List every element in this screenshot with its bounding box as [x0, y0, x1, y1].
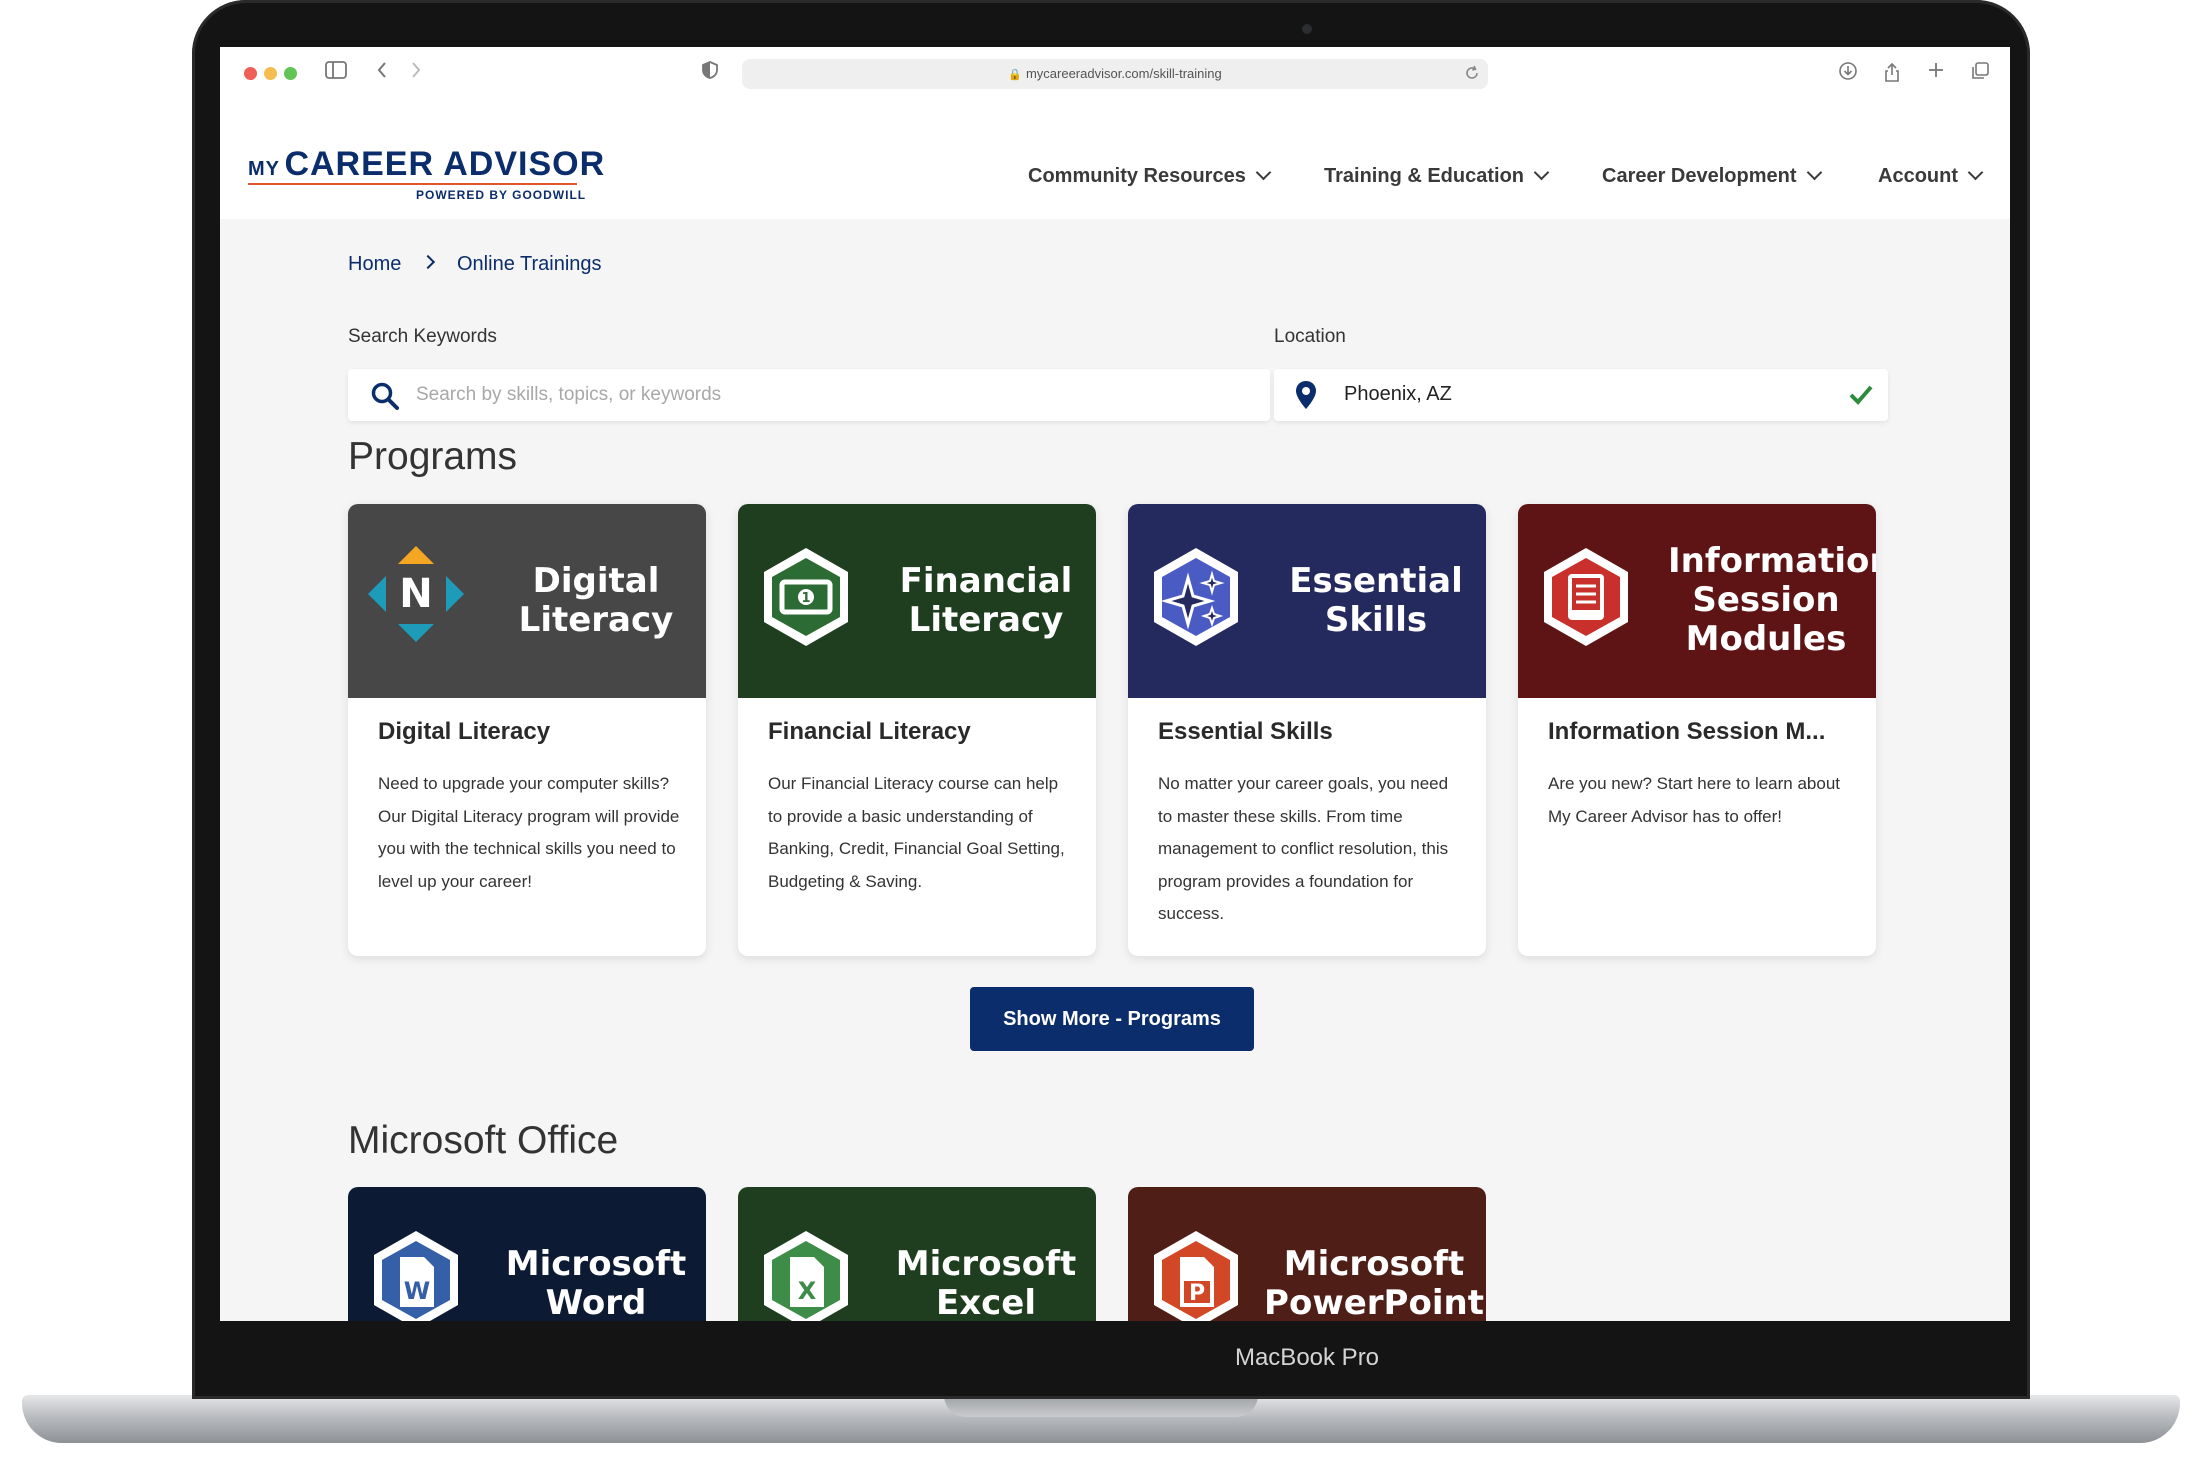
nav-label: Community Resources	[1028, 165, 1246, 187]
reload-icon[interactable]	[1464, 65, 1480, 86]
nav-label: Account	[1878, 165, 1958, 187]
nav-label: Career Development	[1602, 165, 1797, 187]
program-card-digital-literacy[interactable]: N Digital Literacy Digital Literacy Need…	[348, 504, 706, 956]
location-value: Phoenix, AZ	[1344, 383, 1452, 405]
money-icon: 1	[764, 548, 848, 646]
logo-my: MY	[248, 158, 280, 180]
download-icon[interactable]	[1836, 61, 1860, 85]
location-field[interactable]: Phoenix, AZ	[1274, 369, 1888, 421]
new-tab-icon[interactable]	[1924, 61, 1948, 85]
sidebar-icon[interactable]	[324, 61, 348, 85]
privacy-shield-icon[interactable]	[698, 61, 722, 85]
svg-text:X: X	[798, 1277, 817, 1305]
logo-tagline: POWERED BY GOODWILL	[416, 188, 587, 202]
back-icon[interactable]	[370, 61, 394, 85]
breadcrumb-online-trainings[interactable]: Online Trainings	[457, 253, 602, 276]
banner-title: Essential Skills	[1289, 561, 1463, 640]
program-card-essential-skills[interactable]: Essential Skills Essential Skills No mat…	[1128, 504, 1486, 956]
card-banner: 1 Financial Literacy	[738, 504, 1096, 698]
search-input[interactable]: Search by skills, topics, or keywords	[348, 369, 1270, 421]
card-title: Information Session M...	[1548, 718, 1826, 745]
close-window-button[interactable]	[244, 67, 257, 80]
chevron-down-icon	[1533, 164, 1550, 181]
location-label: Location	[1274, 326, 1346, 347]
svg-text:P: P	[1189, 1281, 1205, 1306]
banner-title: Microsoft Word	[505, 1244, 687, 1322]
sparkle-icon	[1154, 548, 1238, 646]
search-icon	[370, 381, 400, 416]
chevron-right-icon	[420, 254, 436, 270]
lock-icon: 🔒	[1008, 69, 1022, 81]
program-card-financial-literacy[interactable]: 1 Financial Literacy Financial Literacy …	[738, 504, 1096, 956]
search-placeholder: Search by skills, topics, or keywords	[416, 384, 722, 405]
breadcrumb-home[interactable]: Home	[348, 253, 401, 276]
office-card-powerpoint[interactable]: P Microsoft PowerPoint	[1128, 1187, 1486, 1321]
nav-label: Training & Education	[1324, 165, 1525, 187]
forward-icon[interactable]	[404, 61, 428, 85]
svg-text:N: N	[399, 571, 432, 617]
location-pin-icon	[1294, 380, 1318, 415]
browser-screen: 🔒 mycareeradvisor.com/skill-training MY C…	[220, 47, 2010, 1321]
minimize-window-button[interactable]	[264, 67, 277, 80]
card-description: Our Financial Literacy course can help t…	[768, 774, 1065, 891]
share-icon[interactable]	[1880, 61, 1904, 85]
site-logo[interactable]: MY CAREER ADVISOR POWERED BY GOODWILL	[248, 145, 606, 202]
svg-text:W: W	[404, 1277, 430, 1305]
camera-dot	[1302, 24, 1312, 34]
logo-underline	[248, 183, 577, 185]
banner-title: Microsoft Excel	[895, 1244, 1077, 1322]
card-description: No matter your career goals, you need to…	[1158, 774, 1449, 923]
nav-account[interactable]: Account	[1878, 164, 1984, 188]
logo-name: CAREER ADVISOR	[284, 145, 606, 183]
excel-icon: X	[764, 1231, 848, 1321]
chevron-down-icon	[1967, 164, 1984, 181]
microsoft-office-heading: Microsoft Office	[348, 1119, 619, 1162]
svg-text:1: 1	[801, 591, 810, 606]
model-label: MacBook Pro	[1234, 1344, 1380, 1371]
nav-training-education[interactable]: Training & Education	[1324, 164, 1550, 188]
card-title: Digital Literacy	[378, 718, 551, 745]
banner-title: Information Session Modules	[1668, 541, 1876, 659]
card-title: Essential Skills	[1158, 718, 1333, 745]
address-bar[interactable]: 🔒 mycareeradvisor.com/skill-training	[742, 59, 1488, 89]
show-more-programs-button[interactable]: Show More - Programs	[970, 987, 1254, 1051]
card-banner: Information Session Modules	[1518, 504, 1876, 698]
chevron-down-icon	[1255, 164, 1272, 181]
card-description: Need to upgrade your computer skills? Ou…	[378, 774, 680, 891]
card-banner: N Digital Literacy	[348, 504, 706, 698]
laptop-base	[22, 1395, 2180, 1443]
card-description: Are you new? Start here to learn about M…	[1548, 774, 1841, 826]
checkmark-icon	[1848, 382, 1874, 413]
browser-toolbar: 🔒 mycareeradvisor.com/skill-training	[220, 47, 2010, 103]
card-banner: Essential Skills	[1128, 504, 1486, 698]
program-card-information-session[interactable]: Information Session Modules Information …	[1518, 504, 1876, 956]
banner-title: Financial Literacy	[899, 561, 1073, 640]
search-keywords-label: Search Keywords	[348, 326, 497, 347]
zoom-window-button[interactable]	[284, 67, 297, 80]
site-header: MY CAREER ADVISOR POWERED BY GOODWILL Co…	[220, 103, 2010, 219]
word-icon: W	[374, 1231, 458, 1321]
office-card-excel[interactable]: X Microsoft Excel	[738, 1187, 1096, 1321]
card-title: Financial Literacy	[768, 718, 971, 745]
programs-heading: Programs	[348, 435, 518, 478]
compass-n-icon: N	[368, 546, 464, 642]
tab-overview-icon[interactable]	[1968, 61, 1992, 85]
url-text: mycareeradvisor.com/skill-training	[1025, 66, 1222, 81]
book-icon	[1544, 548, 1628, 646]
powerpoint-icon: P	[1154, 1231, 1238, 1321]
chevron-down-icon	[1806, 164, 1822, 181]
nav-career-development[interactable]: Career Development	[1602, 164, 1822, 188]
banner-title: Microsoft PowerPoint	[1264, 1244, 1484, 1322]
banner-title: Digital Literacy	[518, 561, 674, 640]
office-card-word[interactable]: W Microsoft Word	[348, 1187, 706, 1321]
nav-community-resources[interactable]: Community Resources	[1028, 164, 1272, 188]
